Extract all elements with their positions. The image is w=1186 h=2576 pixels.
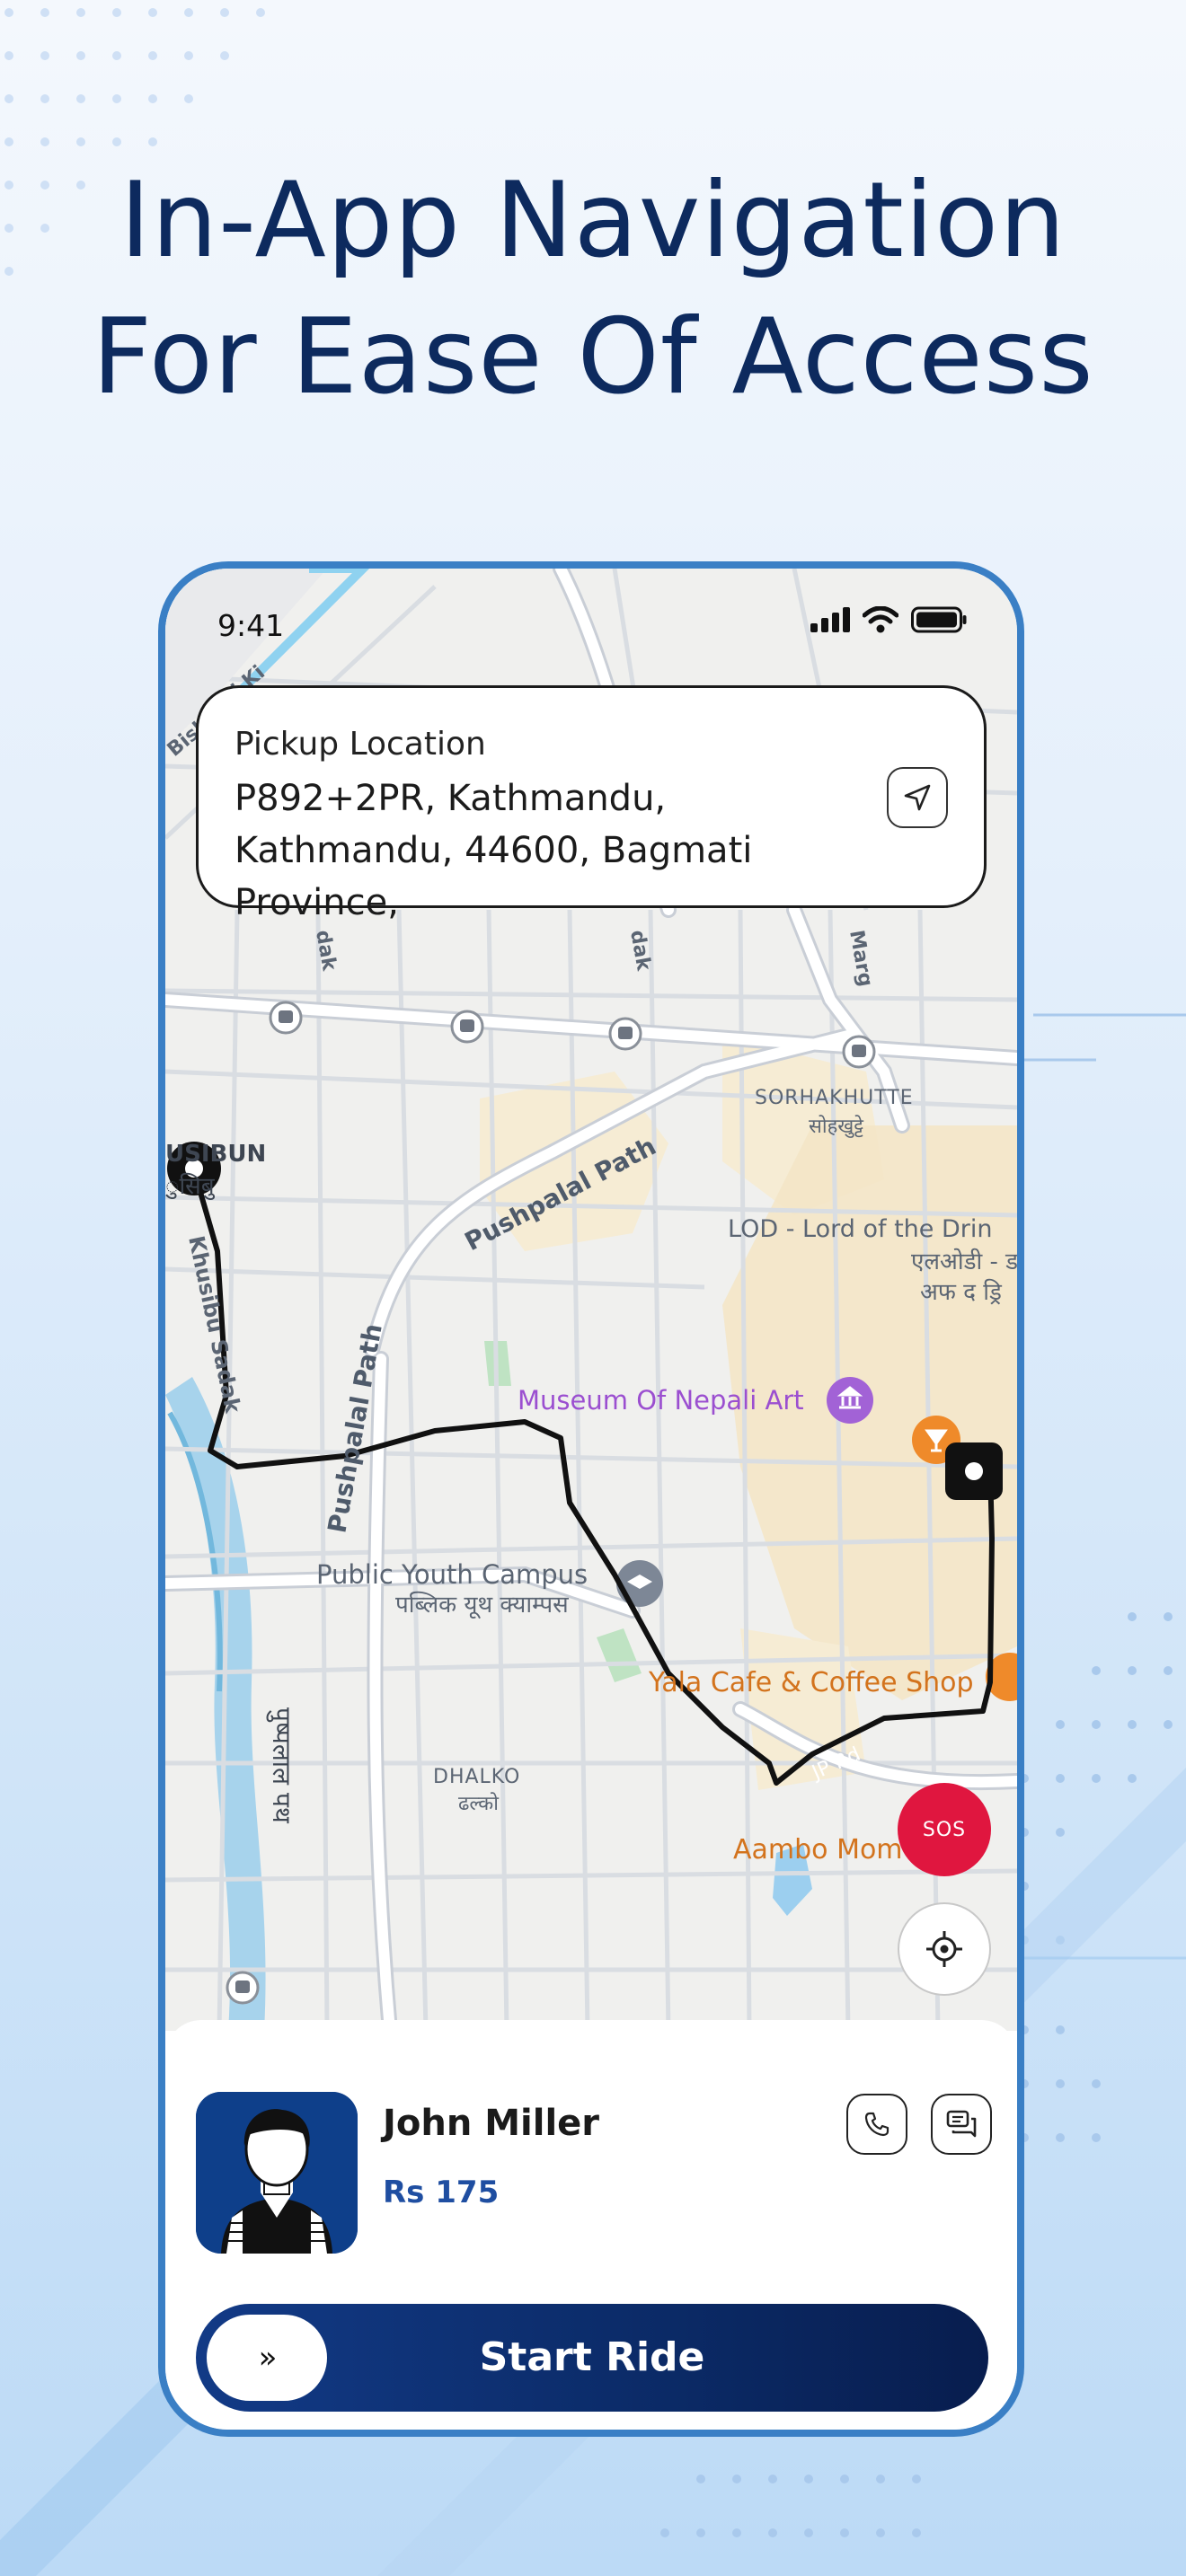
destination-marker-icon[interactable] [945,1442,1003,1500]
campus-poi-icon[interactable] [616,1560,663,1607]
battery-icon [911,606,967,633]
map-label-dhalko-np: ढल्को [458,1792,499,1815]
message-driver-button[interactable] [931,2094,992,2155]
decorative-dashes-right [1006,1013,1186,1062]
map-label-marg: Marg [845,929,877,989]
driver-avatar [196,2092,358,2254]
headline-line-2: For Ease Of Access [92,296,1094,418]
map-label-museum[interactable]: Museum Of Nepali Art [518,1385,804,1416]
map-label-yala-cafe[interactable]: Yala Cafe & Coffee Shop [648,1667,974,1698]
sos-button[interactable]: SOS [898,1783,991,1876]
map-label-khusibun-np: ुसिबु [165,1172,216,1200]
chat-icon [946,2110,977,2138]
map-label-lod-np-1: एलओडी - ड [911,1248,1017,1275]
museum-poi-icon[interactable] [827,1377,873,1424]
cellular-signal-icon [810,607,850,632]
navigation-arrow-icon [904,784,931,811]
wifi-icon [863,606,898,633]
map-label-public-youth-campus-np: पब्लिक यूथ क्याम्पस [395,1591,569,1619]
map-label-sorhakhutte: SORHAKHUTTE [755,1087,914,1109]
map-label-dhalko: DHALKO [433,1766,520,1788]
driver-bottom-sheet: John Miller Rs 175 Start Ride » [165,2020,1017,2430]
status-bar: 9:41 [165,595,1017,643]
map-label-khusibun: USIBUN [165,1141,266,1168]
start-ride-slider[interactable]: Start Ride » [196,2304,988,2412]
phone-frame: Pushpalal Path Pushpalal Path Khusibu Sa… [158,561,1024,2437]
map-label-lod: LOD - Lord of the Drin [728,1215,992,1243]
map-label-public-youth-campus[interactable]: Public Youth Campus [316,1559,588,1590]
slide-to-start-knob[interactable]: » [207,2315,327,2401]
ride-fare: Rs 175 [383,2175,500,2210]
navigate-button[interactable] [887,767,948,828]
driver-name: John Miller [383,2103,600,2144]
status-time: 9:41 [217,608,285,643]
headline: In-App Navigation For Ease Of Access [0,153,1186,426]
pickup-location-card[interactable]: Pickup Location P892+2PR, Kathmandu, Kat… [196,685,987,923]
map-label-vertical-np: पुष्पलाल पथ [266,1707,296,1824]
pickup-location-label: Pickup Location [235,726,486,763]
locate-me-button[interactable] [898,1902,991,1996]
phone-icon [864,2112,890,2137]
headline-line-1: In-App Navigation [119,160,1067,281]
map-label-lod-np-2: अफ द ड्रि [920,1278,1003,1306]
pickup-location-address: P892+2PR, Kathmandu, Kathmandu, 44600, B… [235,778,753,923]
crosshair-icon [926,1931,962,1967]
map-label-sorhakhutte-np: सोहखुट्टे [809,1115,863,1138]
map-label-aambo[interactable]: Aambo Mom [733,1834,903,1866]
driver-avatar-illustration [196,2092,358,2254]
call-driver-button[interactable] [846,2094,907,2155]
map-label-sadak-1: dak [311,929,341,974]
